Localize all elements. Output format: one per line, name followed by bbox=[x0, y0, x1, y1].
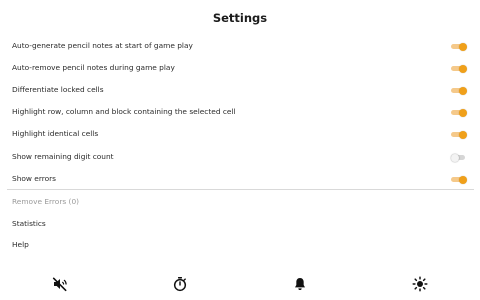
setting-highlight-row-column-block[interactable]: Highlight row, column and block containi… bbox=[0, 101, 480, 123]
setting-show-errors[interactable]: Show errors bbox=[0, 168, 480, 190]
remove-errors-label: Remove Errors (0) bbox=[12, 197, 80, 206]
statistics-label: Statistics bbox=[12, 219, 46, 228]
notifications-button[interactable] bbox=[290, 274, 310, 294]
sound-toggle-button[interactable] bbox=[50, 274, 70, 294]
setting-label: Highlight row, column and block containi… bbox=[12, 107, 236, 116]
toggle-thumb bbox=[451, 153, 459, 162]
toggle-switch[interactable] bbox=[451, 86, 467, 95]
setting-label: Highlight identical cells bbox=[12, 129, 99, 138]
bottom-toolbar bbox=[0, 268, 480, 300]
toggle-thumb bbox=[459, 64, 467, 73]
setting-label: Auto-generate pencil notes at start of g… bbox=[12, 41, 193, 50]
toggle-switch[interactable] bbox=[451, 42, 467, 51]
setting-differentiate-locked-cells[interactable]: Differentiate locked cells bbox=[0, 79, 480, 101]
speaker-muted-icon bbox=[52, 277, 67, 292]
timer-button[interactable] bbox=[170, 274, 190, 294]
bell-icon bbox=[295, 278, 305, 290]
toggle-switch[interactable] bbox=[451, 153, 467, 162]
toggle-switch[interactable] bbox=[451, 108, 467, 117]
toggle-thumb bbox=[459, 130, 467, 139]
toggle-thumb bbox=[459, 86, 467, 95]
setting-label: Differentiate locked cells bbox=[12, 85, 104, 94]
brightness-icon bbox=[412, 276, 428, 292]
toggle-thumb bbox=[459, 42, 467, 51]
remove-errors-item[interactable]: Remove Errors (0) bbox=[0, 191, 480, 213]
setting-show-remaining-digit-count[interactable]: Show remaining digit count bbox=[0, 146, 480, 168]
page-title: Settings bbox=[212, 11, 268, 25]
setting-label: Show remaining digit count bbox=[12, 152, 114, 161]
setting-label: Show errors bbox=[12, 174, 57, 183]
toggle-switch[interactable] bbox=[451, 64, 467, 73]
statistics-item[interactable]: Statistics bbox=[0, 213, 480, 235]
toggle-thumb bbox=[459, 175, 467, 184]
section-divider bbox=[7, 189, 474, 190]
setting-label: Auto-remove pencil notes during game pla… bbox=[12, 63, 175, 72]
help-label: Help bbox=[12, 240, 29, 249]
setting-auto-remove-pencil-notes[interactable]: Auto-remove pencil notes during game pla… bbox=[0, 57, 480, 79]
help-item[interactable]: Help bbox=[0, 234, 480, 256]
stopwatch-icon bbox=[173, 277, 187, 292]
toggle-switch[interactable] bbox=[451, 175, 467, 184]
theme-toggle-button[interactable] bbox=[410, 274, 430, 294]
setting-highlight-identical-cells[interactable]: Highlight identical cells bbox=[0, 123, 480, 145]
toggle-thumb bbox=[459, 108, 467, 117]
setting-auto-generate-pencil-notes[interactable]: Auto-generate pencil notes at start of g… bbox=[0, 35, 480, 57]
toggle-switch[interactable] bbox=[451, 130, 467, 139]
